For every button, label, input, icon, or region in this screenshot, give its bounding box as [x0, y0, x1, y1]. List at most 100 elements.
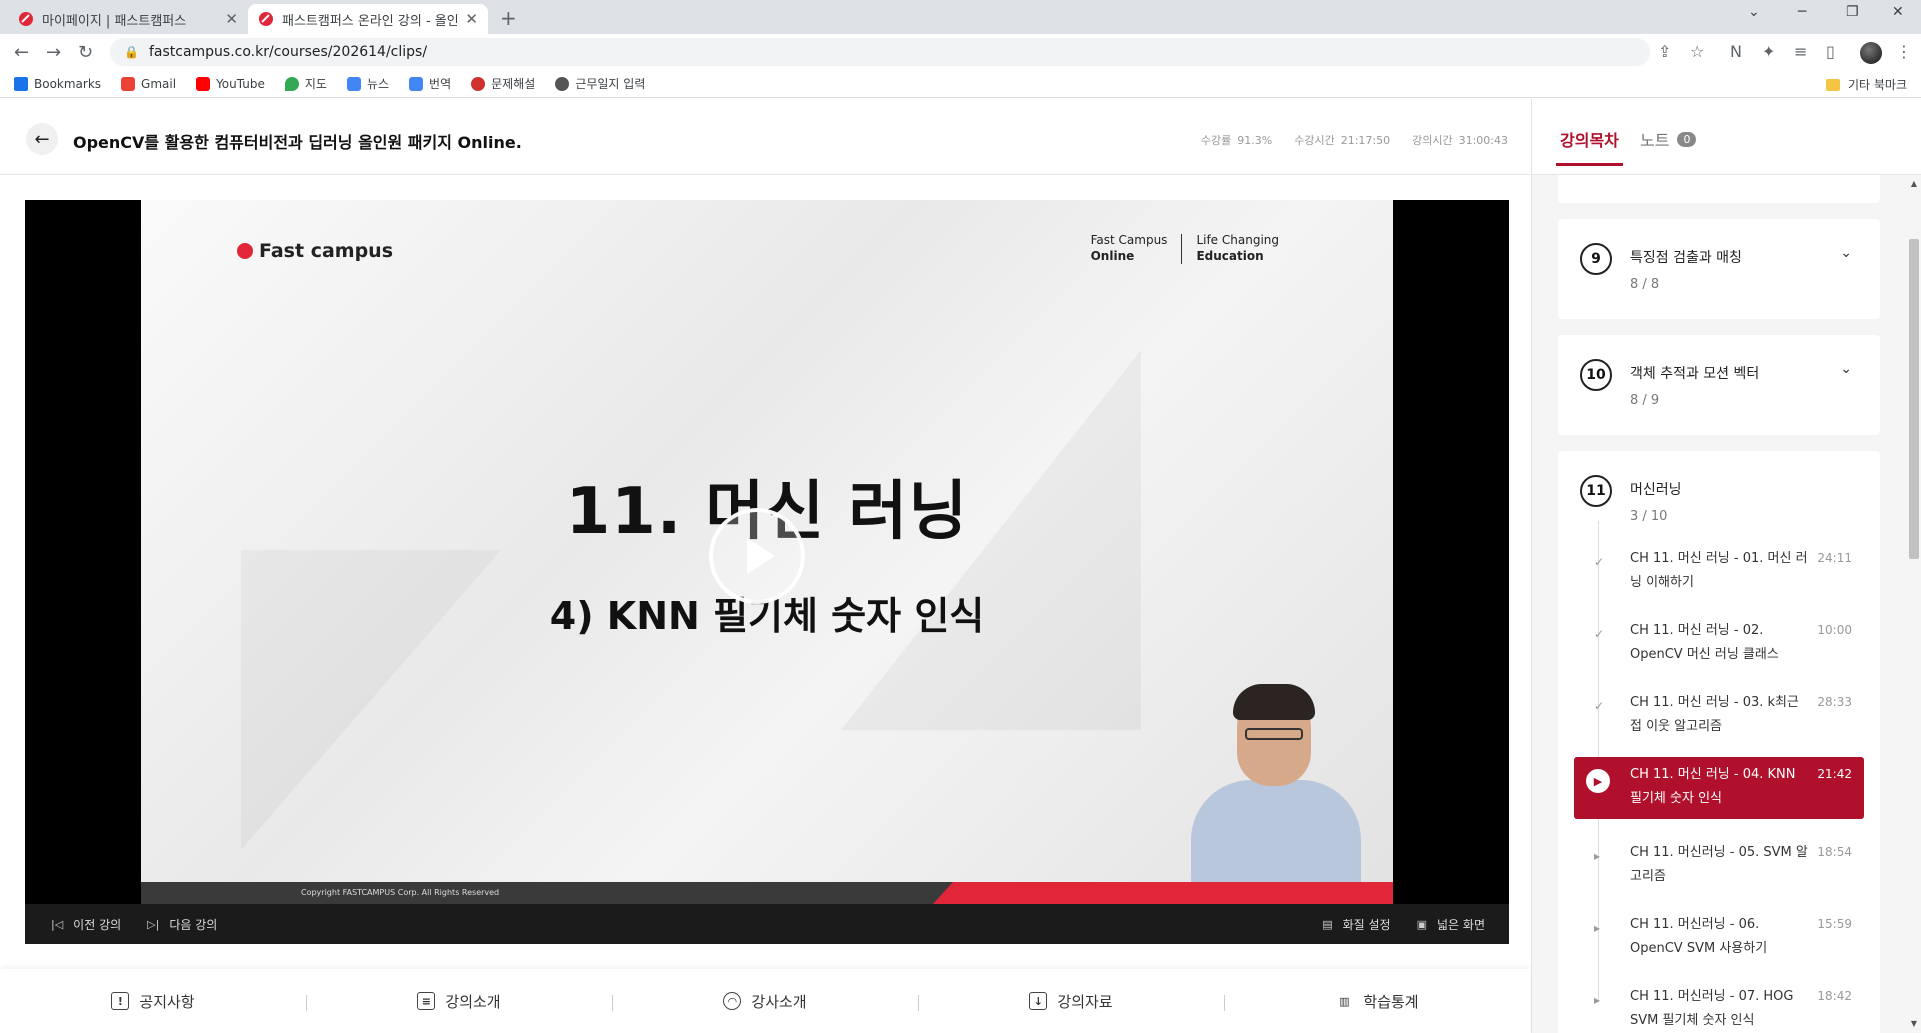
tab-notice[interactable]: ! 공지사항 — [0, 991, 306, 1012]
play-small-icon: ▸ — [1594, 993, 1601, 1007]
close-icon[interactable]: ✕ — [225, 10, 238, 28]
bookmark-worklog[interactable]: 근무일지 입력 — [555, 75, 645, 92]
browser-tab-mypage[interactable]: 마이페이지 | 패스트캠퍼스 ✕ — [8, 4, 248, 34]
bookmark-gmail[interactable]: Gmail — [121, 76, 176, 91]
play-small-icon: ▸ — [1594, 849, 1601, 863]
minimize-icon[interactable]: ─ — [1798, 4, 1806, 20]
news-icon — [346, 76, 361, 91]
lesson-item[interactable]: ✓ CH 11. 머신 러닝 - 03. k최근접 이웃 알고리즘 28:33 — [1574, 685, 1864, 741]
chapter-card-partial — [1558, 175, 1880, 203]
user-icon: ◠ — [723, 992, 742, 1010]
curriculum-list[interactable]: 9 특징점 검출과 매칭 8 / 8 ⌄ 10 객체 추적과 모션 벡터 8 /… — [1558, 175, 1880, 1033]
back-arrow-icon[interactable]: ← — [14, 42, 29, 63]
tab-curriculum[interactable]: 강의목차 — [1556, 127, 1623, 166]
bookmark-maps[interactable]: 지도 — [284, 75, 327, 92]
exclamation-icon: ! — [111, 992, 130, 1010]
stat-course-time: 강의시간 31:00:43 — [1412, 134, 1508, 147]
lesson-item-current[interactable]: ▶ CH 11. 머신 러닝 - 04. KNN 필기체 숫자 인식 21:42 — [1574, 757, 1864, 819]
lesson-item[interactable]: ✓ CH 11. 머신 러닝 - 02. OpenCV 머신 러닝 클래스 10… — [1574, 613, 1864, 669]
chapter-number: 9 — [1580, 243, 1612, 275]
new-tab-icon[interactable]: + — [500, 6, 517, 30]
video-player[interactable]: Fast campus Fast Campus Online Life Chang… — [25, 200, 1509, 944]
presenter-image — [1171, 680, 1371, 904]
lesson-item[interactable]: ▸ CH 11. 머신러닝 - 05. SVM 알고리즘 18:54 — [1574, 835, 1864, 891]
stat-progress: 수강률 91.3% — [1200, 134, 1273, 147]
close-icon[interactable]: ✕ — [465, 10, 478, 28]
tab-statistics[interactable]: ▥ 학습통계 — [1224, 991, 1530, 1012]
bookmark-translate[interactable]: 번역 — [409, 75, 451, 92]
url-text: fastcampus.co.kr/courses/202614/clips/ — [148, 44, 428, 60]
lesson-item[interactable]: ▸ CH 11. 머신러닝 - 07. HOG SVM 필기체 숫자 인식 18… — [1574, 979, 1864, 1033]
bookmark-news[interactable]: 뉴스 — [346, 75, 389, 92]
close-window-icon[interactable]: ✕ — [1892, 4, 1904, 20]
reload-icon[interactable]: ↻ — [78, 42, 93, 63]
sidepanel-icon[interactable]: ▯ — [1826, 42, 1835, 61]
stat-watch-time: 수강시간 21:17:50 — [1294, 134, 1391, 147]
fastcampus-logo: Fast campus — [237, 240, 393, 262]
arrow-left-icon: ← — [34, 128, 50, 150]
quality-settings-button[interactable]: ▤ 화질 설정 — [1322, 916, 1390, 933]
play-button[interactable] — [709, 508, 805, 604]
play-circle-icon: ▶ — [1586, 769, 1610, 793]
notes-count-badge: 0 — [1677, 131, 1697, 147]
tab-materials[interactable]: ↓ 강의자료 — [918, 991, 1224, 1012]
puzzle-icon[interactable]: ✦ — [1762, 42, 1775, 61]
tab-search-icon[interactable]: ⌄ — [1748, 4, 1760, 20]
star-icon[interactable]: ☆ — [1690, 42, 1704, 61]
scroll-up-icon[interactable]: ▲ — [1911, 179, 1917, 188]
video-frame: Fast campus Fast Campus Online Life Chang… — [141, 200, 1393, 904]
browser-tab-course[interactable]: 패스트캠퍼스 온라인 강의 - 올인 ✕ — [248, 4, 488, 34]
check-icon: ✓ — [1594, 699, 1605, 713]
wide-screen-button[interactable]: ▣ 넓은 화면 — [1417, 916, 1485, 933]
chapter-card-10[interactable]: 10 객체 추적과 모션 벡터 8 / 9 ⌄ — [1558, 335, 1880, 435]
restore-icon[interactable]: ❐ — [1846, 4, 1859, 20]
bookmark-youtube[interactable]: YouTube — [196, 76, 265, 91]
lesson-duration: 24:11 — [1817, 551, 1852, 565]
tab-course-intro[interactable]: ≡ 강의소개 — [306, 991, 612, 1012]
lesson-title: CH 11. 머신 러닝 - 04. KNN 필기체 숫자 인식 — [1630, 767, 1796, 806]
chapter-title: 객체 추적과 모션 벡터 — [1630, 366, 1760, 382]
bookmark-bookmarks[interactable]: Bookmarks — [14, 76, 101, 91]
menu-icon[interactable]: ⋮ — [1896, 42, 1912, 61]
share-icon[interactable]: ⇪ — [1658, 42, 1671, 61]
slide-brand-tagline: Fast Campus Online Life Changing Education — [1090, 233, 1279, 264]
profile-avatar[interactable] — [1860, 42, 1882, 64]
play-small-icon: ▸ — [1594, 921, 1601, 935]
tab-title: 패스트캠퍼스 온라인 강의 - 올인 — [282, 13, 458, 29]
check-icon: ✓ — [1594, 555, 1605, 569]
other-bookmarks[interactable]: 기타 북마크 — [1825, 76, 1907, 93]
translate-icon — [409, 76, 424, 91]
chapter-card-11[interactable]: 11 머신러닝 3 / 10 ✓ CH 11. 머신 러닝 - 01. 머신 러… — [1558, 451, 1880, 1033]
lesson-title: CH 11. 머신 러닝 - 02. OpenCV 머신 러닝 클래스 — [1630, 623, 1779, 662]
back-button[interactable]: ← — [26, 123, 58, 155]
course-title: OpenCV를 활용한 컴퓨터비전과 딥러닝 올인원 패키지 Online. — [73, 133, 522, 152]
chapter-number: 11 — [1580, 475, 1612, 507]
lesson-title: CH 11. 머신러닝 - 06. OpenCV SVM 사용하기 — [1630, 917, 1768, 956]
lesson-duration: 21:42 — [1817, 767, 1852, 781]
bar-chart-icon: ▥ — [1339, 994, 1350, 1008]
lesson-item[interactable]: ▸ CH 11. 머신러닝 - 06. OpenCV SVM 사용하기 15:5… — [1574, 907, 1864, 963]
lesson-title: CH 11. 머신 러닝 - 01. 머신 러닝 이해하기 — [1630, 551, 1808, 590]
extension-n-icon[interactable]: N — [1730, 42, 1742, 61]
tab-notes[interactable]: 노트 0 — [1640, 127, 1697, 151]
media-icon[interactable]: ≡ — [1794, 42, 1807, 61]
prev-lesson-button[interactable]: |◁ 이전 강의 — [51, 916, 121, 933]
sidebar-scrollbar[interactable] — [1909, 239, 1919, 559]
lesson-duration: 18:54 — [1817, 845, 1852, 859]
bookmark-problems[interactable]: 문제해설 — [471, 75, 535, 92]
address-bar[interactable]: 🔒 fastcampus.co.kr/courses/202614/clips/ — [110, 38, 1650, 66]
gmail-icon — [121, 76, 136, 91]
next-lesson-button[interactable]: ▷| 다음 강의 — [147, 916, 217, 933]
chevron-down-icon[interactable]: ⌄ — [1840, 361, 1852, 377]
logo-mark-icon — [237, 243, 253, 259]
tab-instructor[interactable]: ◠ 강사소개 — [612, 991, 918, 1012]
forward-arrow-icon[interactable]: → — [46, 42, 61, 63]
lesson-duration: 15:59 — [1817, 917, 1852, 931]
sidebar-tabs: 강의목차 노트 0 — [1532, 99, 1921, 175]
scroll-down-icon[interactable]: ▼ — [1911, 1019, 1917, 1028]
play-icon — [747, 538, 775, 574]
chapter-card-9[interactable]: 9 특징점 검출과 매칭 8 / 8 ⌄ — [1558, 219, 1880, 319]
folder-icon — [1825, 78, 1840, 91]
chevron-down-icon[interactable]: ⌄ — [1840, 245, 1852, 261]
lesson-item[interactable]: ✓ CH 11. 머신 러닝 - 01. 머신 러닝 이해하기 24:11 — [1574, 541, 1864, 597]
